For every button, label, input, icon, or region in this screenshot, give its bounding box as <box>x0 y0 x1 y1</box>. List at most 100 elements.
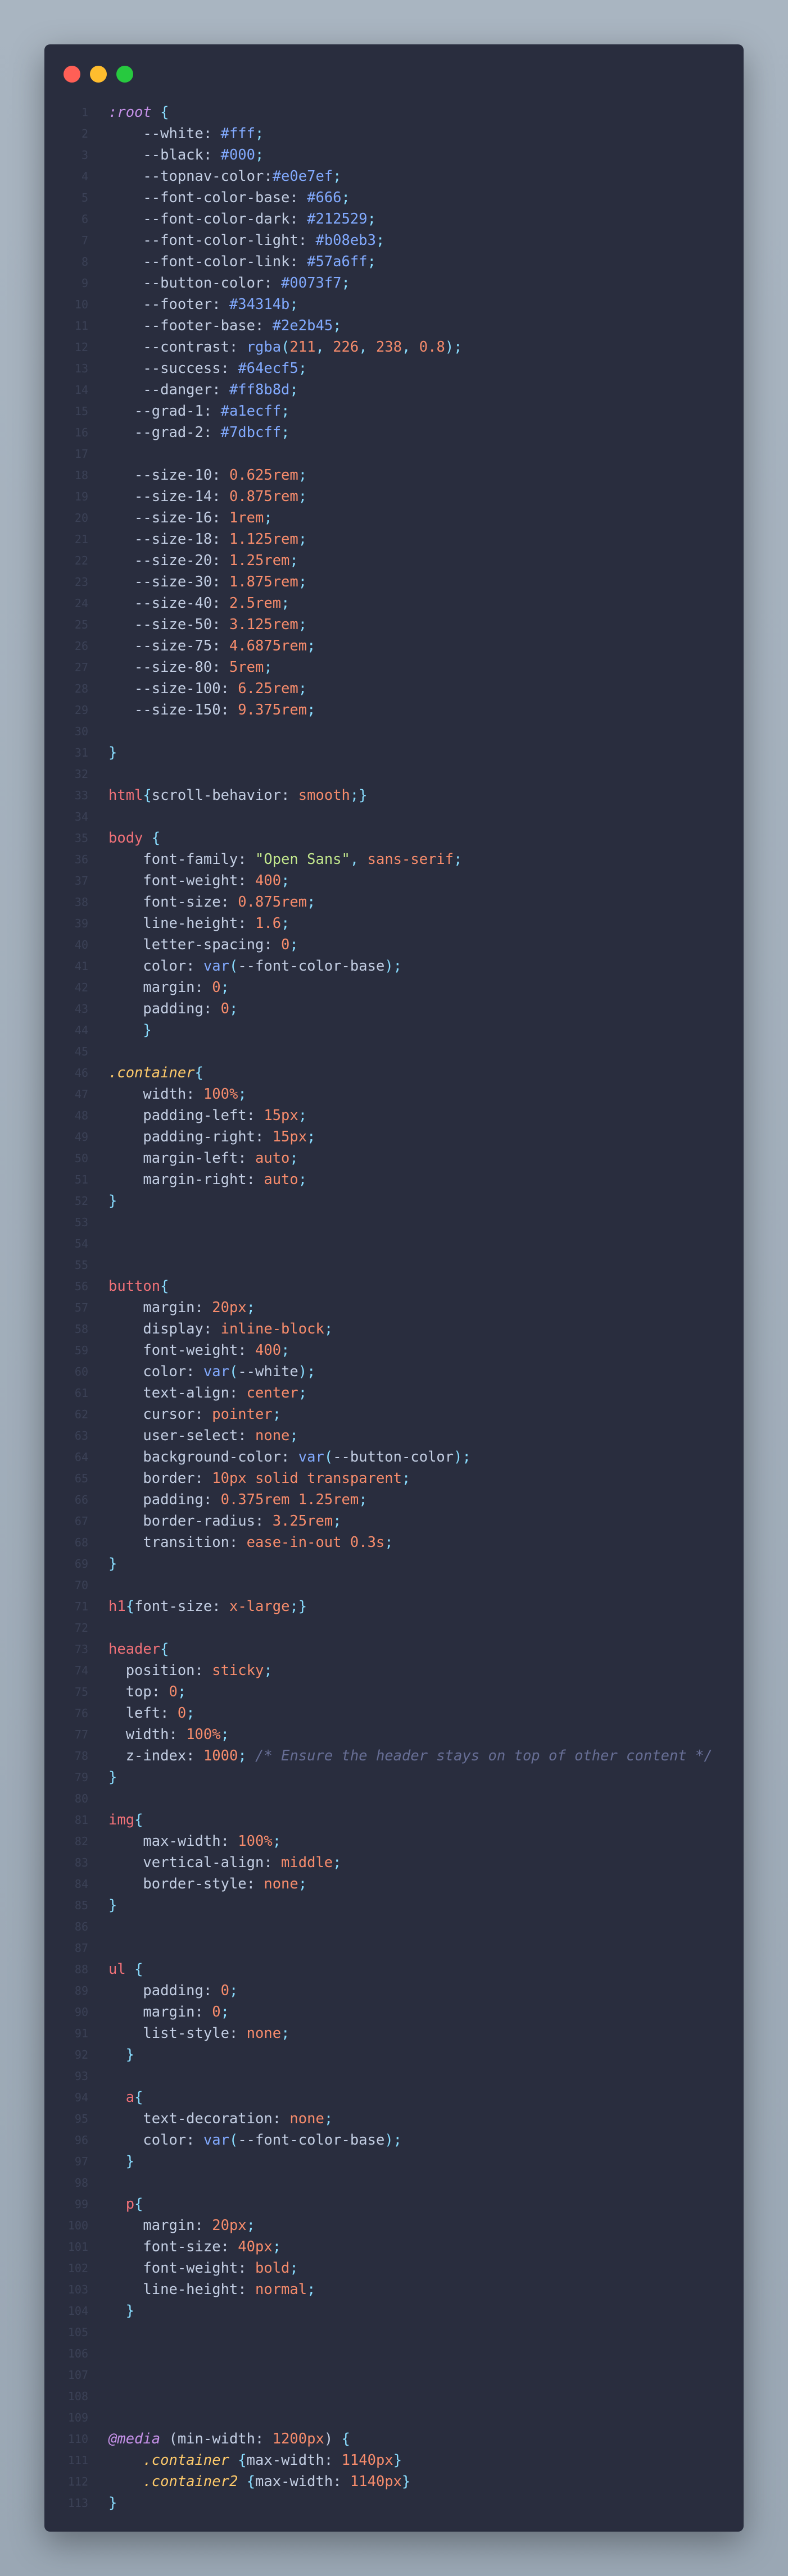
line-number: 77 <box>74 1728 88 1741</box>
code-token: 238 <box>375 339 402 356</box>
code-line: 21 --size-18: 1.125rem; <box>44 529 744 550</box>
code-line: 56 button{ <box>44 1276 744 1297</box>
code-token: 400 <box>255 1342 282 1359</box>
code-token: transition: <box>108 1534 247 1551</box>
code-token: ; <box>264 1662 273 1679</box>
code-token: text-align: <box>108 1385 247 1401</box>
line-number: 5 <box>81 191 88 204</box>
line-number: 81 <box>74 1813 88 1827</box>
code-token: #34314b <box>229 296 290 313</box>
line-number: 25 <box>74 618 88 631</box>
code-text: margin: 0; <box>108 977 229 998</box>
code-line: 41 color: var(--font-color-base); <box>44 955 744 977</box>
code-text: font-weight: 400; <box>108 870 289 891</box>
code-token: 1.6 <box>255 915 282 932</box>
code-token: sticky <box>212 1662 264 1679</box>
line-number: 52 <box>74 1194 88 1208</box>
code-editor[interactable]: 1:root {2 --white: #fff; 3 --black: #000;… <box>44 102 744 2514</box>
line-number: 96 <box>74 2133 88 2147</box>
line-number: 73 <box>74 1642 88 1656</box>
code-token: { <box>333 2431 350 2447</box>
code-token: { <box>151 104 169 121</box>
line-number: 54 <box>74 1237 88 1250</box>
code-text: color: var(--white); <box>108 1361 315 1382</box>
code-line: 4 --topnav-color:#e0e7ef; <box>44 166 744 187</box>
line-number: 51 <box>74 1173 88 1186</box>
code-text: --size-40: 2.5rem; <box>108 593 289 614</box>
code-token: --font-color-link: <box>108 253 307 270</box>
code-token: 5rem <box>229 659 264 676</box>
code-token: padding-left: <box>108 1107 264 1124</box>
line-number: 97 <box>74 2155 88 2168</box>
code-text: user-select: none; <box>108 1425 298 1446</box>
line-number: 58 <box>74 1322 88 1336</box>
code-token: font-family: <box>108 851 255 868</box>
line-number: 63 <box>74 1429 88 1442</box>
code-token: #7dbcff <box>220 424 282 441</box>
code-token: 2.5rem <box>229 595 282 612</box>
code-token: ); <box>384 958 402 975</box>
code-token: --size-30: <box>108 574 229 590</box>
code-token: 20px <box>212 1299 247 1316</box>
code-token: ; <box>289 296 298 313</box>
code-line: 75 top: 0; <box>44 1681 744 1703</box>
code-token: max-width: <box>108 1833 238 1850</box>
code-token: ( <box>281 339 290 356</box>
code-token: 100% <box>186 1726 221 1743</box>
code-line: 12 --contrast: rgba(211, 226, 238, 0.8); <box>44 336 744 358</box>
line-number: 84 <box>74 1877 88 1891</box>
line-number: 76 <box>74 1706 88 1720</box>
code-token: --white: <box>108 125 221 142</box>
line-number: 100 <box>67 2219 88 2232</box>
code-text: .container{ <box>108 1062 203 1084</box>
code-line: 45 <box>44 1041 744 1062</box>
code-line: 106 <box>44 2343 744 2364</box>
code-token: ; <box>307 2281 316 2298</box>
line-number: 44 <box>74 1023 88 1037</box>
code-text: } <box>108 1020 152 1041</box>
code-token: } <box>108 1022 152 1039</box>
code-token: ; <box>264 659 273 676</box>
code-line: 111 .container {max-width: 1140px} <box>44 2450 744 2471</box>
minimize-button[interactable] <box>90 66 107 83</box>
code-token: 0.625rem <box>229 467 298 484</box>
code-token: cursor: <box>108 1406 212 1423</box>
code-text: --size-150: 9.375rem; <box>108 699 315 721</box>
close-button[interactable] <box>64 66 80 83</box>
code-token: border-radius: <box>108 1513 273 1530</box>
code-token: list-style: <box>108 2025 247 2042</box>
code-token: 20px <box>212 2217 247 2234</box>
code-text: --grad-2: #7dbcff; <box>108 422 289 443</box>
code-text: display: inline-block; <box>108 1318 333 1340</box>
code-text: position: sticky; <box>108 1660 273 1681</box>
code-line: 3 --black: #000; <box>44 144 744 166</box>
line-number: 3 <box>81 148 88 162</box>
code-token: ; <box>307 1128 316 1145</box>
code-token: --size-100: <box>108 680 238 697</box>
code-token: center <box>246 1385 298 1401</box>
code-token: letter-spacing: <box>108 936 282 953</box>
line-number: 67 <box>74 1514 88 1528</box>
code-token: line-height: <box>108 915 255 932</box>
code-line: 94 a{ <box>44 2087 744 2108</box>
code-token: none <box>246 2025 282 2042</box>
code-token: rgba <box>246 339 282 356</box>
code-text: padding-right: 15px; <box>108 1126 315 1148</box>
code-text: } <box>108 2300 134 2322</box>
code-line: 83 vertical-align: middle; <box>44 1852 744 1873</box>
code-token: width: <box>108 1086 203 1103</box>
code-token: #212529 <box>307 211 368 227</box>
maximize-button[interactable] <box>116 66 133 83</box>
code-token: ( <box>229 2132 238 2149</box>
code-window: 1:root {2 --white: #fff; 3 --black: #000;… <box>44 44 744 2532</box>
code-token: ; <box>324 2110 333 2127</box>
code-token: left: <box>108 1705 178 1722</box>
code-token: ; <box>246 2217 256 2234</box>
line-number: 9 <box>81 276 88 290</box>
code-text: } <box>108 2492 117 2514</box>
line-number: 24 <box>74 597 88 610</box>
code-token: color: <box>108 2132 203 2149</box>
code-token: ;} <box>289 1598 307 1615</box>
code-token: ; <box>367 253 376 270</box>
line-number: 70 <box>74 1578 88 1592</box>
